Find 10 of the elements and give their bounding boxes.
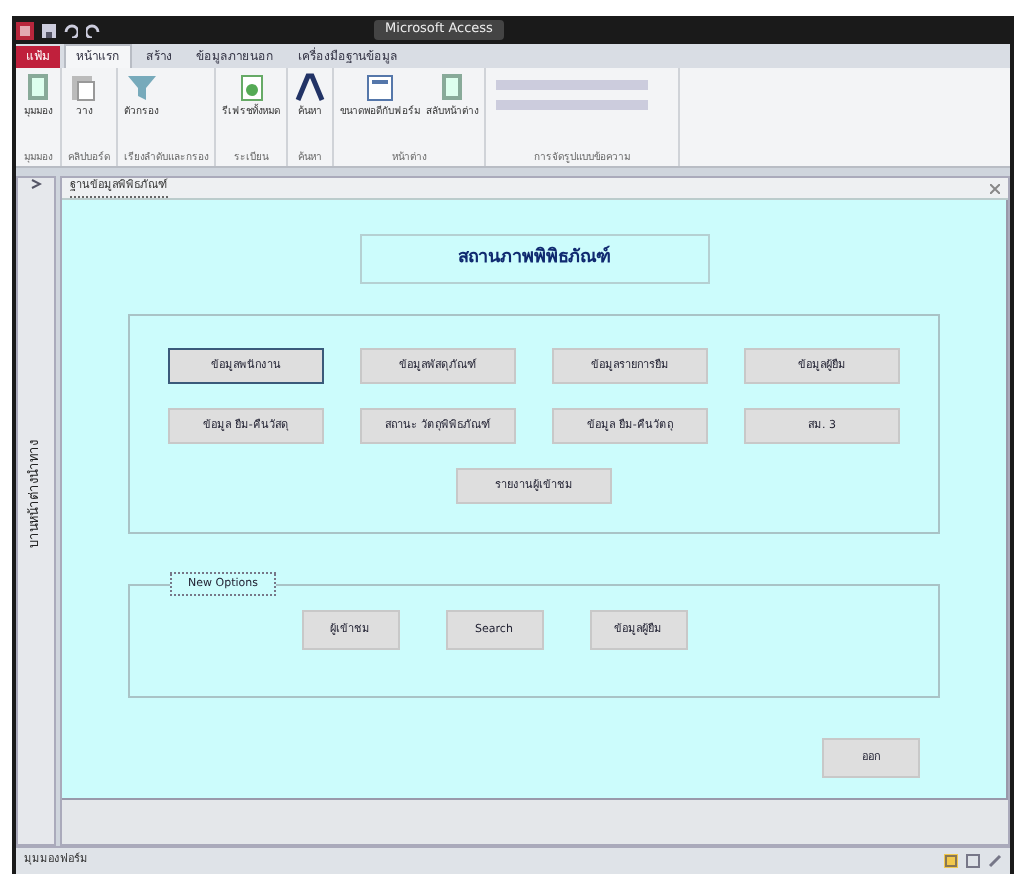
redo-icon[interactable] <box>86 23 100 37</box>
layout-view-icon[interactable] <box>966 854 980 868</box>
close-icon[interactable] <box>990 183 1000 193</box>
save-icon[interactable] <box>42 23 56 37</box>
design-view-icon[interactable] <box>988 854 1002 868</box>
form-title: สถานภาพพิพิธภัณฑ์ <box>359 234 709 284</box>
expand-icon[interactable] <box>30 178 42 190</box>
access-logo-icon[interactable] <box>16 21 34 39</box>
undo-icon[interactable] <box>64 23 78 37</box>
form-view-icon[interactable] <box>944 854 958 868</box>
